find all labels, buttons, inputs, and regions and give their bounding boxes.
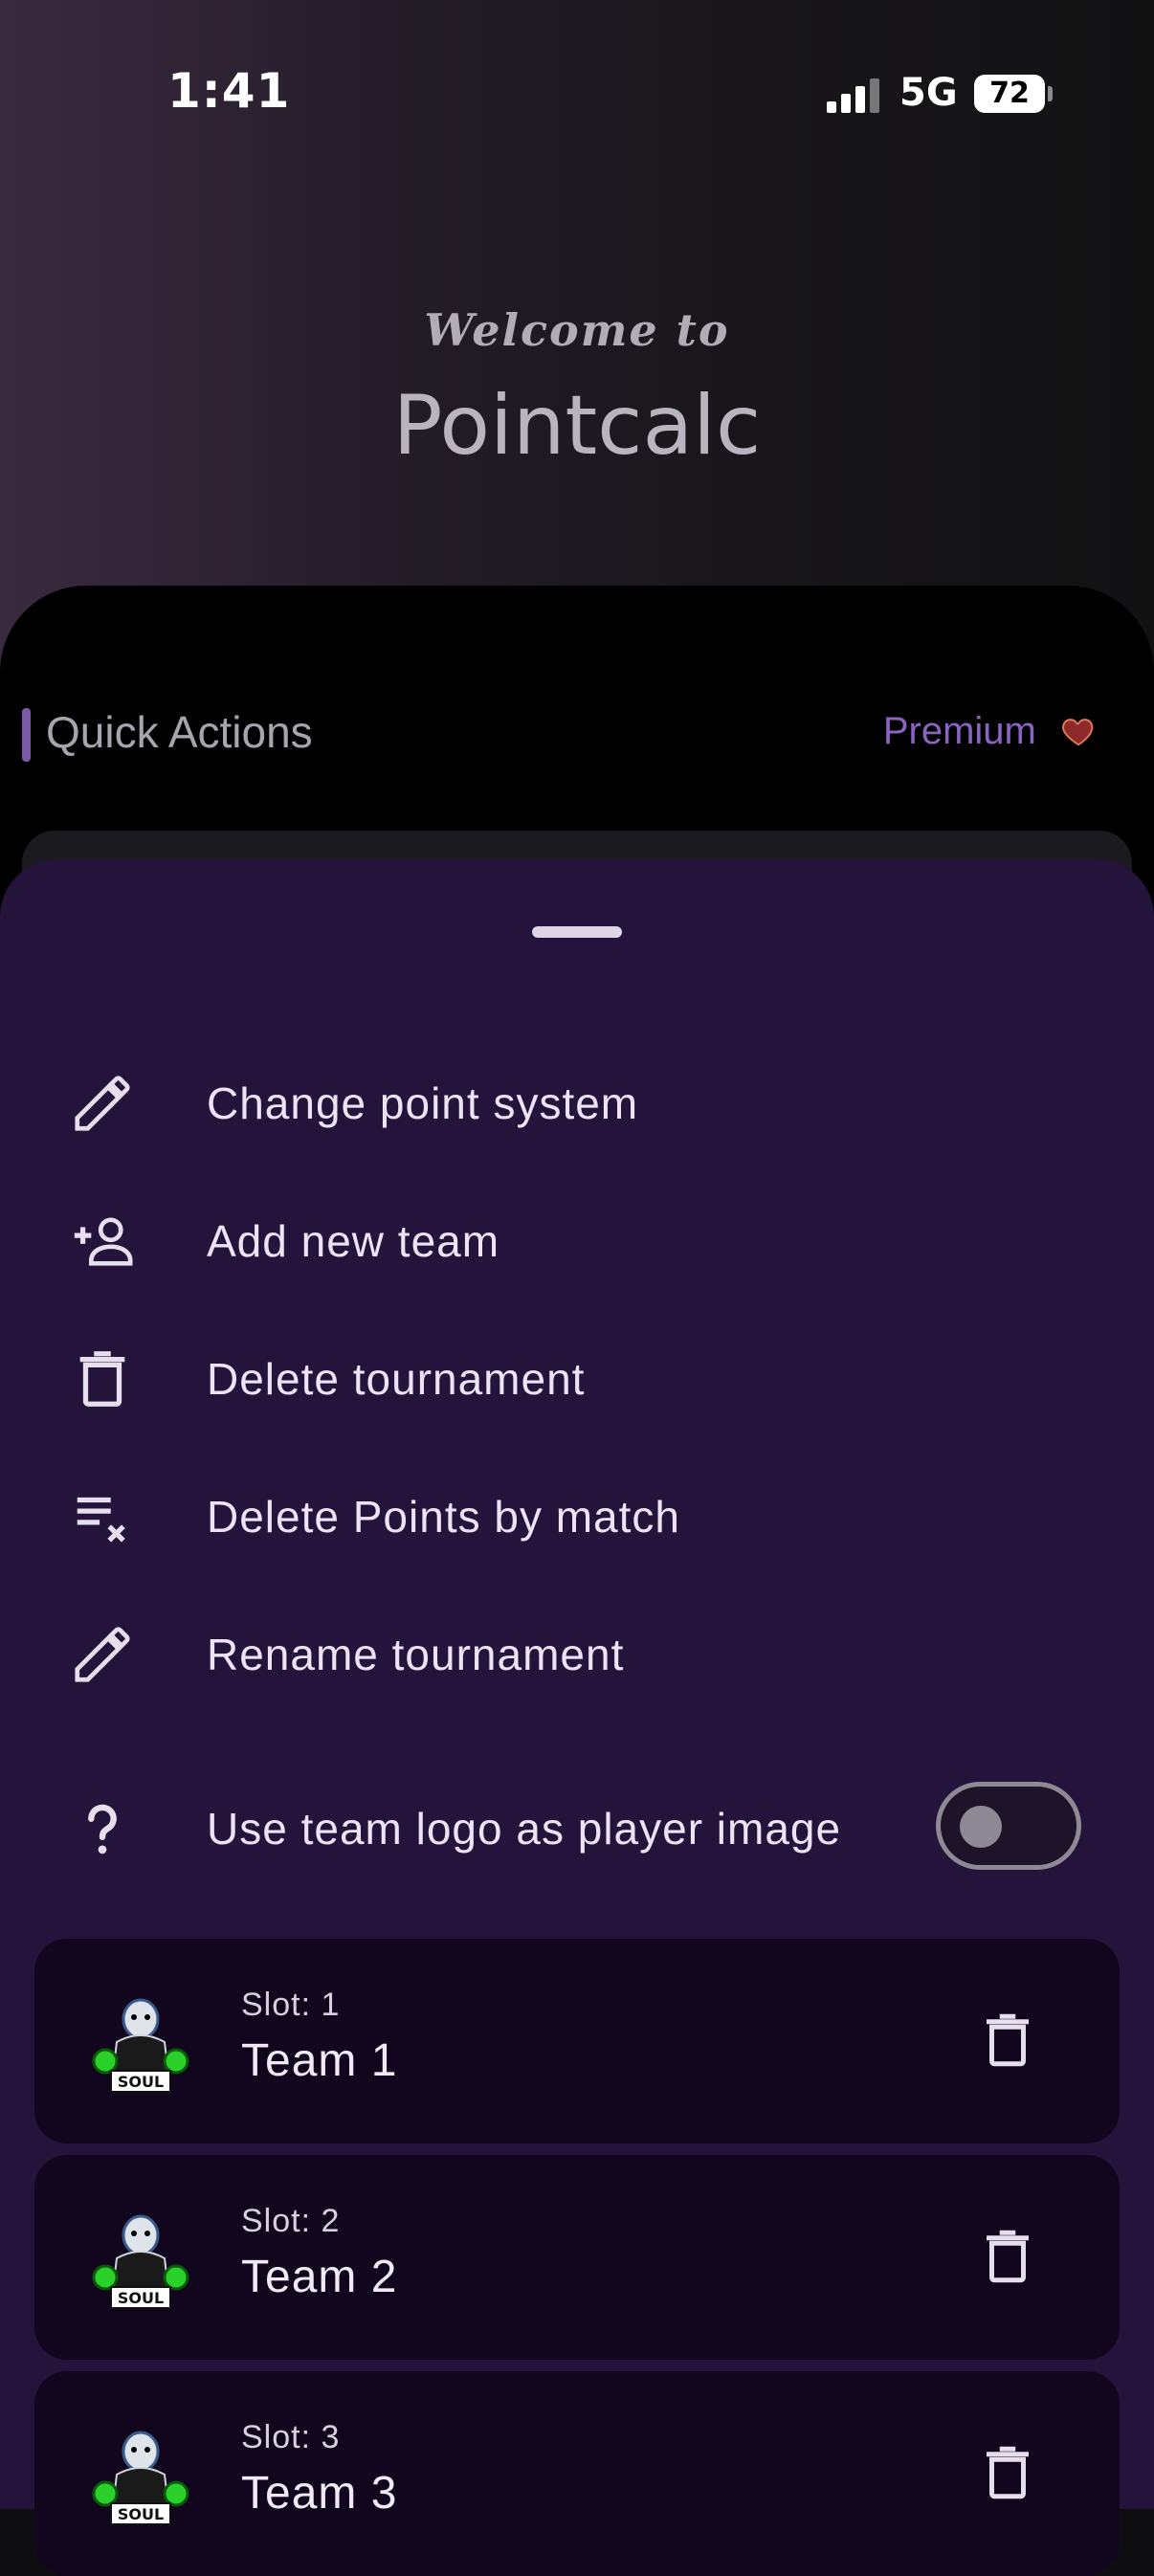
svg-text:SOUL: SOUL — [118, 2505, 164, 2523]
quick-actions-title: Quick Actions — [46, 707, 313, 757]
welcome-text: Welcome to — [424, 304, 730, 356]
menu-item-label: Delete Points by match — [207, 1492, 681, 1542]
trash-icon[interactable] — [976, 2440, 1039, 2505]
slot-label: Slot: 2 — [241, 2203, 341, 2239]
app-title: Pointcalc — [392, 378, 762, 474]
menu-item-add-new-team[interactable]: Add new team — [0, 1185, 1154, 1299]
menu-item-rename-tournament[interactable]: Rename tournament — [0, 1598, 1154, 1713]
menu-item-label: Delete tournament — [207, 1354, 586, 1404]
section-accent-bar — [22, 708, 31, 762]
menu-item-label: Add new team — [207, 1216, 500, 1266]
menu-item-label: Change point system — [207, 1078, 639, 1128]
team-name: Team 3 — [241, 2468, 398, 2519]
sheet-drag-handle[interactable] — [532, 926, 622, 938]
team-card-2[interactable]: SOUL Slot: 2 Team 2 — [34, 2155, 1120, 2360]
menu-item-change-point-system[interactable]: Change point system — [0, 1047, 1154, 1162]
trash-icon[interactable] — [976, 2008, 1039, 2073]
premium-button[interactable]: Premium — [883, 710, 1097, 753]
menu-item-delete-tournament[interactable]: Delete tournament — [0, 1322, 1154, 1437]
soul-logo: SOUL — [92, 1998, 189, 2093]
pencil-icon — [75, 1076, 130, 1131]
svg-text:SOUL: SOUL — [118, 2289, 164, 2307]
team-logo-toggle[interactable] — [936, 1782, 1081, 1870]
menu-item-delete-points-by-match[interactable]: Delete Points by match — [0, 1460, 1154, 1575]
svg-text:SOUL: SOUL — [118, 2073, 164, 2091]
status-bar: 1:41 5G 72 — [0, 0, 1154, 191]
slot-label: Slot: 1 — [241, 1987, 341, 2023]
trash-icon — [79, 1351, 125, 1407]
team-card-1[interactable]: SOUL Slot: 1 Team 1 — [34, 1939, 1120, 2143]
clear-list-icon — [77, 1497, 125, 1543]
menu-item-label: Rename tournament — [207, 1630, 625, 1679]
battery-icon: 72 — [974, 75, 1045, 113]
premium-label: Premium — [882, 710, 1036, 752]
network-type: 5G — [899, 71, 958, 115]
slot-label: Slot: 3 — [241, 2419, 341, 2455]
soul-logo: SOUL — [92, 2214, 189, 2309]
team-name: Team 2 — [241, 2252, 398, 2302]
team-logo-option-label: Use team logo as player image — [207, 1804, 842, 1854]
trash-icon[interactable] — [976, 2224, 1039, 2289]
pencil-icon — [75, 1627, 130, 1682]
status-time: 1:41 — [167, 63, 291, 119]
team-name: Team 1 — [241, 2035, 398, 2086]
question-mark-icon — [88, 1804, 117, 1854]
soul-logo: SOUL — [92, 2431, 189, 2525]
heart-icon — [1062, 719, 1094, 746]
team-card-3[interactable]: SOUL Slot: 3 Team 3 — [34, 2371, 1120, 2576]
toggle-knob — [960, 1806, 1002, 1848]
signal-icon — [827, 78, 882, 113]
add-person-icon — [74, 1217, 133, 1266]
battery-tip — [1048, 86, 1053, 101]
